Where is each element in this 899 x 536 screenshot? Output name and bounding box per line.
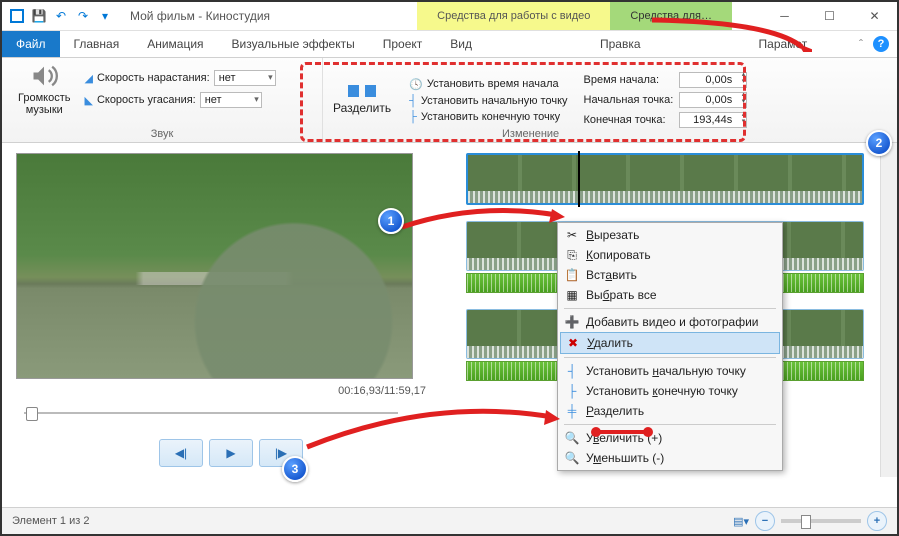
zoom-in-icon: 🔍 bbox=[564, 430, 580, 446]
prev-frame-button[interactable]: ◀| bbox=[159, 439, 203, 467]
window-title: Мой фильм - Киностудия bbox=[120, 9, 417, 23]
maximize-button[interactable]: ☐ bbox=[807, 2, 852, 30]
fade-in-icon: ◢ bbox=[84, 72, 92, 85]
menu-zoom-out[interactable]: 🔍Уменьшить (-) bbox=[560, 448, 780, 468]
annotation-badge-2: 2 bbox=[866, 130, 892, 156]
save-icon[interactable]: 💾 bbox=[30, 7, 48, 25]
tab-edit[interactable]: Правка bbox=[586, 31, 655, 57]
tab-params[interactable]: Парамет bbox=[745, 31, 822, 57]
end-point-icon: ├ bbox=[409, 111, 417, 123]
menu-paste[interactable]: 📋Вставить bbox=[560, 265, 780, 285]
playback-controls: ◀| ▶ |▶ bbox=[16, 439, 446, 467]
fade-out-label: Скорость угасания: bbox=[97, 94, 196, 106]
clock-icon: 🕓 bbox=[409, 78, 423, 91]
ribbon-tabs: Файл Главная Анимация Визуальные эффекты… bbox=[2, 31, 897, 58]
tab-animation[interactable]: Анимация bbox=[133, 31, 217, 57]
seek-slider[interactable] bbox=[16, 403, 406, 423]
fade-in-label: Скорость нарастания: bbox=[97, 72, 210, 84]
start-point-spin[interactable]: 0,00s bbox=[679, 92, 747, 108]
undo-icon[interactable]: ↶ bbox=[52, 7, 70, 25]
minimize-button[interactable]: ─ bbox=[762, 2, 807, 30]
titlebar: 💾 ↶ ↷ ▾ Мой фильм - Киностудия Средства … bbox=[2, 2, 897, 31]
start-point-icon: ┤ bbox=[564, 363, 580, 379]
scissors-icon: ✂ bbox=[564, 227, 580, 243]
menu-select-all[interactable]: ▦Выбрать все bbox=[560, 285, 780, 305]
start-time-label: Время начала: bbox=[584, 74, 660, 86]
select-all-icon: ▦ bbox=[564, 287, 580, 303]
status-item-count: Элемент 1 из 2 bbox=[12, 515, 89, 527]
contextual-tabs: Средства для работы с видео Средства для… bbox=[417, 2, 732, 30]
tab-home[interactable]: Главная bbox=[60, 31, 134, 57]
fade-out-combo[interactable]: нет bbox=[200, 92, 262, 108]
tab-project[interactable]: Проект bbox=[369, 31, 437, 57]
add-media-icon: ➕ bbox=[564, 314, 580, 330]
menu-delete[interactable]: ✖Удалить bbox=[560, 332, 780, 354]
paste-icon: 📋 bbox=[564, 267, 580, 283]
annotation-badge-1: 1 bbox=[378, 208, 404, 234]
split-label: Разделить bbox=[333, 101, 391, 115]
split-icon bbox=[348, 85, 376, 97]
playhead[interactable] bbox=[578, 151, 580, 207]
annotation-underline bbox=[596, 430, 648, 434]
group-change-label: Изменение bbox=[502, 128, 559, 140]
zoom-slider[interactable] bbox=[781, 519, 861, 523]
copy-icon: ⎘ bbox=[564, 247, 580, 263]
music-volume-label: Громкость музыки bbox=[18, 92, 70, 116]
redo-icon[interactable]: ↷ bbox=[74, 7, 92, 25]
context-tab-audio[interactable]: Средства для… bbox=[610, 2, 732, 30]
annotation-badge-3: 3 bbox=[282, 456, 308, 482]
start-time-spin[interactable]: 0,00s bbox=[679, 72, 747, 88]
qat-more-icon[interactable]: ▾ bbox=[96, 7, 114, 25]
view-thumbnails-icon[interactable]: ▤▾ bbox=[733, 515, 749, 528]
menu-split[interactable]: ╪Разделить bbox=[560, 401, 780, 421]
tab-file[interactable]: Файл bbox=[2, 31, 60, 57]
end-point-label: Конечная точка: bbox=[584, 114, 666, 126]
close-button[interactable]: ✕ bbox=[852, 2, 897, 30]
collapse-ribbon-icon[interactable]: ˆ bbox=[859, 37, 863, 51]
set-end-point-button[interactable]: ├Установить конечную точку bbox=[409, 111, 567, 123]
preview-pane: 00:16,93/11:59,17 ◀| ▶ |▶ bbox=[2, 143, 460, 477]
delete-icon: ✖ bbox=[565, 335, 581, 351]
window-controls: ─ ☐ ✕ bbox=[762, 2, 897, 30]
group-sound-label: Звук bbox=[12, 128, 312, 140]
zoom-controls: ▤▾ − + bbox=[733, 511, 887, 531]
clip-row bbox=[466, 153, 864, 205]
play-button[interactable]: ▶ bbox=[209, 439, 253, 467]
fade-out-icon: ◣ bbox=[84, 94, 92, 107]
help-icon[interactable]: ? bbox=[873, 36, 889, 52]
tab-view[interactable]: Вид bbox=[436, 31, 486, 57]
context-tab-video[interactable]: Средства для работы с видео bbox=[417, 2, 610, 30]
zoom-out-button[interactable]: − bbox=[755, 511, 775, 531]
speaker-icon bbox=[30, 62, 58, 90]
menu-set-end[interactable]: ├Установить конечную точку bbox=[560, 381, 780, 401]
zoom-in-button[interactable]: + bbox=[867, 511, 887, 531]
menu-add-media[interactable]: ➕Добавить видео и фотографии bbox=[560, 312, 780, 332]
start-point-label: Начальная точка: bbox=[584, 94, 674, 106]
split-icon: ╪ bbox=[564, 403, 580, 419]
statusbar: Элемент 1 из 2 ▤▾ − + bbox=[2, 507, 897, 534]
timecode: 00:16,93/11:59,17 bbox=[16, 385, 446, 397]
zoom-out-icon: 🔍 bbox=[564, 450, 580, 466]
ribbon: Громкость музыки ◢ Скорость нарастания: … bbox=[2, 58, 897, 143]
end-point-spin[interactable]: 193,44s bbox=[679, 112, 747, 128]
set-start-time-button[interactable]: 🕓Установить время начала bbox=[409, 78, 567, 91]
tab-vfx[interactable]: Визуальные эффекты bbox=[218, 31, 369, 57]
menu-set-start[interactable]: ┤Установить начальную точку bbox=[560, 361, 780, 381]
fade-in-combo[interactable]: нет bbox=[214, 70, 276, 86]
start-point-icon: ┤ bbox=[409, 95, 417, 107]
video-preview[interactable] bbox=[16, 153, 413, 379]
menu-copy[interactable]: ⎘Копировать bbox=[560, 245, 780, 265]
app-window: 💾 ↶ ↷ ▾ Мой фильм - Киностудия Средства … bbox=[0, 0, 899, 536]
music-volume-button[interactable]: Громкость музыки bbox=[12, 62, 76, 116]
menu-cut[interactable]: ✂ВВырезатьырезать bbox=[560, 225, 780, 245]
app-menu-icon[interactable] bbox=[8, 7, 26, 25]
set-start-point-button[interactable]: ┤Установить начальную точку bbox=[409, 95, 567, 107]
end-point-icon: ├ bbox=[564, 383, 580, 399]
quick-access-toolbar: 💾 ↶ ↷ ▾ bbox=[2, 7, 120, 25]
scrollbar[interactable] bbox=[880, 143, 897, 477]
video-clip-1[interactable] bbox=[466, 153, 864, 205]
split-button[interactable]: Разделить bbox=[323, 58, 401, 142]
